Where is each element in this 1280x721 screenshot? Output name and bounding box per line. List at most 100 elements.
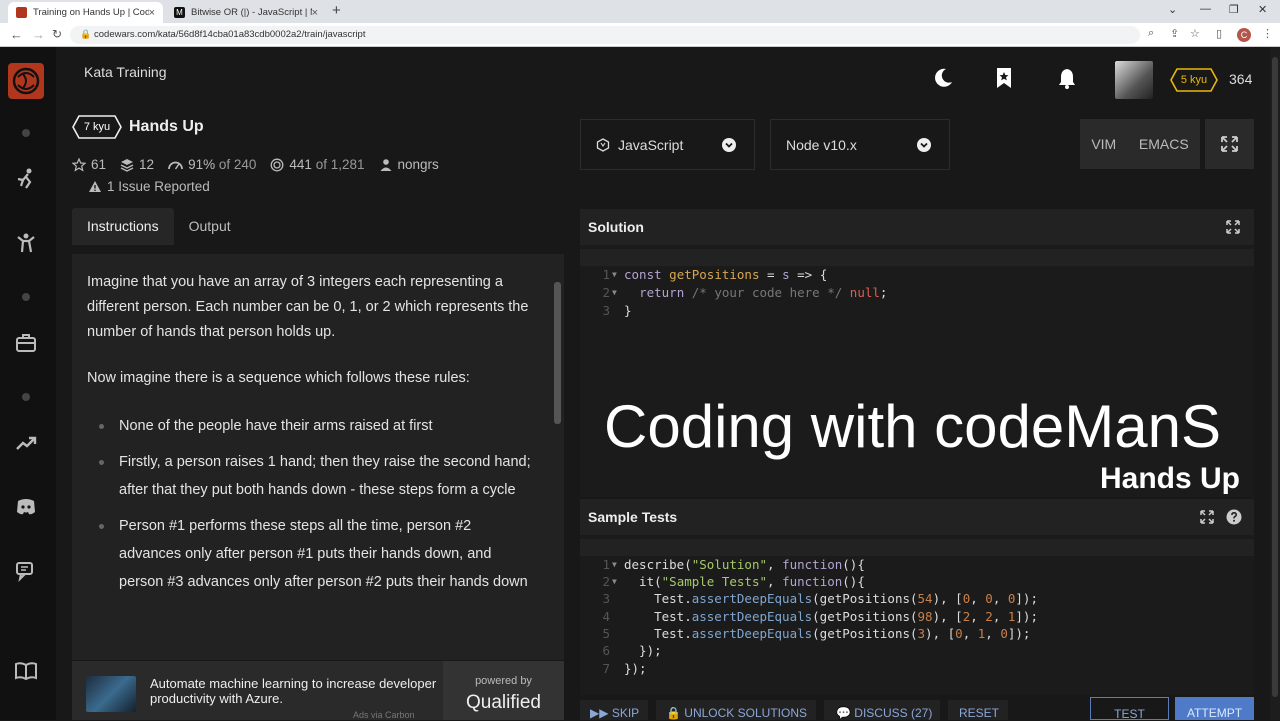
test-button[interactable]: TEST	[1090, 697, 1169, 721]
forward-icon[interactable]: →	[32, 27, 45, 42]
satisfaction-votes: of 240	[218, 157, 257, 172]
menu-kebab-icon[interactable]: ⋮	[1262, 27, 1273, 40]
chat-icon[interactable]	[14, 559, 38, 583]
sidepanel-icon[interactable]: ▯	[1216, 27, 1222, 40]
practice-icon[interactable]	[14, 231, 38, 255]
sample-tests-header: Sample Tests	[580, 499, 1254, 535]
kata-title: Hands Up	[129, 118, 204, 135]
fullscreen-button[interactable]	[1205, 119, 1254, 169]
rail-separator	[22, 393, 30, 401]
skip-label: SKIP	[611, 706, 640, 720]
discuss-label: DISCUSS (27)	[854, 706, 933, 720]
solution-header: Solution	[580, 209, 1254, 245]
ad-via-label[interactable]: Ads via Carbon	[353, 710, 415, 720]
codewars-logo-icon[interactable]	[8, 63, 44, 99]
stars-stat[interactable]: 61	[72, 157, 106, 172]
ad-image[interactable]	[86, 676, 136, 712]
code-line: 4 Test.assertDeepEquals(getPositions(98)…	[602, 609, 1038, 624]
mdn-favicon-icon: M	[174, 7, 185, 18]
layers-icon	[120, 158, 134, 172]
bookmark-icon[interactable]	[993, 67, 1015, 89]
completed-count: 441	[289, 157, 312, 172]
codewars-favicon-icon	[16, 7, 27, 18]
code-line: 6 });	[602, 643, 662, 658]
language-select[interactable]: JavaScript	[580, 119, 755, 170]
issues-label: 1 Issue Reported	[107, 179, 210, 194]
powered-by-label: powered by	[475, 675, 532, 687]
page-section-title: Kata Training	[84, 64, 167, 80]
lock-icon[interactable]: 🔒	[80, 29, 91, 40]
skip-button[interactable]: ▶▶ SKIP	[580, 700, 648, 720]
language-selected: JavaScript	[618, 136, 684, 153]
comments-icon: 💬	[836, 706, 851, 720]
warning-icon	[89, 181, 101, 192]
maximize-icon[interactable]: ❐	[1229, 3, 1239, 16]
page-scrollbar[interactable]	[1270, 47, 1280, 720]
solution-title: Solution	[588, 219, 644, 235]
training-icon[interactable]	[14, 167, 38, 191]
carbon-ad[interactable]: Automate machine learning to increase de…	[72, 661, 564, 720]
address-bar: ← → ↻ codewars.com/kata/56d8f14cba01a83c…	[0, 23, 1280, 47]
browser-tab-mdn[interactable]: M Bitwise OR (|) - JavaScript | MDN ×	[166, 2, 326, 23]
author-stat[interactable]: nongrs	[379, 157, 439, 172]
reload-icon[interactable]: ↻	[52, 27, 62, 41]
code-line: 3 Test.assertDeepEquals(getPositions(54)…	[602, 591, 1038, 606]
user-avatar[interactable]	[1115, 61, 1153, 99]
issues-reported[interactable]: 1 Issue Reported	[88, 179, 210, 194]
ad-text[interactable]: Automate machine learning to increase de…	[150, 676, 440, 706]
url-field[interactable]: codewars.com/kata/56d8f14cba01a83cdb0002…	[70, 26, 1140, 44]
rank-badge[interactable]: 5 kyu	[1170, 68, 1218, 92]
keybinding-modes: VIM EMACS	[1080, 119, 1200, 169]
unlock-solutions-button[interactable]: 🔒 UNLOCK SOLUTIONS	[656, 700, 816, 720]
code-line: 2 ▼ return /* your code here */ null;	[602, 285, 888, 300]
zoom-icon[interactable]: ⌕	[1148, 27, 1154, 40]
vim-mode-button[interactable]: VIM	[1091, 136, 1116, 152]
docs-book-icon[interactable]	[14, 659, 38, 683]
new-tab-icon[interactable]: +	[332, 2, 341, 19]
reset-button[interactable]: RESET	[948, 700, 1008, 720]
minimize-icon[interactable]: —	[1200, 3, 1211, 15]
browser-tab-codewars[interactable]: Training on Hands Up | Codewars ×	[8, 2, 163, 23]
back-icon[interactable]: ←	[10, 27, 23, 42]
discord-icon[interactable]	[14, 495, 38, 519]
tab-output[interactable]: Output	[174, 208, 246, 245]
attempt-button[interactable]: ATTEMPT	[1175, 697, 1254, 720]
left-nav-rail	[0, 47, 56, 720]
qualified-branding[interactable]: powered by Qualified	[443, 661, 564, 720]
close-tab-icon[interactable]: ×	[149, 7, 155, 19]
share-icon[interactable]: ⇪	[1170, 27, 1179, 40]
scrollbar-thumb[interactable]	[1272, 57, 1278, 697]
notifications-bell-icon[interactable]	[1056, 67, 1078, 89]
instructions-paragraph: Now imagine there is a sequence which fo…	[87, 370, 470, 386]
author-name[interactable]: nongrs	[398, 157, 439, 172]
honor-points: 364	[1229, 71, 1253, 87]
briefcase-icon[interactable]	[14, 331, 38, 355]
close-window-icon[interactable]: ✕	[1258, 3, 1267, 16]
star-icon	[72, 157, 86, 172]
satisfaction-stat: 91% of 240	[168, 157, 256, 172]
profile-avatar[interactable]: C	[1237, 28, 1251, 42]
sample-tests-editor[interactable]: 1 ▼ describe("Solution", function(){ 2 ▼ it…	[580, 535, 1254, 695]
tab-search-icon[interactable]: ⌄	[1168, 3, 1177, 16]
tab-instructions[interactable]: Instructions	[72, 208, 174, 245]
collections-stat[interactable]: 12	[120, 157, 154, 172]
help-icon	[1226, 509, 1242, 525]
sample-tests-title: Sample Tests	[588, 509, 678, 525]
list-item: None of the people have their arms raise…	[99, 412, 534, 440]
user-icon	[380, 158, 391, 171]
instructions-scrollbar[interactable]	[554, 282, 561, 424]
instructions-paragraph: Imagine that you have an array of 3 inte…	[87, 274, 529, 340]
leaderboard-trend-icon[interactable]	[14, 431, 38, 455]
emacs-mode-button[interactable]: EMACS	[1139, 136, 1189, 152]
runtime-select[interactable]: Node v10.x	[770, 119, 950, 170]
bookmark-star-icon[interactable]: ☆	[1190, 27, 1200, 40]
close-tab-icon[interactable]: ×	[312, 7, 318, 19]
discuss-button[interactable]: 💬 DISCUSS (27)	[824, 700, 940, 720]
stars-count: 61	[91, 157, 107, 172]
chevron-down-icon	[722, 138, 736, 152]
completed-stat: 441 of 1,281	[270, 157, 365, 172]
rail-separator	[22, 129, 30, 137]
chevron-down-icon	[917, 138, 931, 152]
video-overlay-title: Coding with codeManS	[604, 393, 1222, 460]
dark-mode-moon-icon[interactable]	[932, 67, 954, 89]
